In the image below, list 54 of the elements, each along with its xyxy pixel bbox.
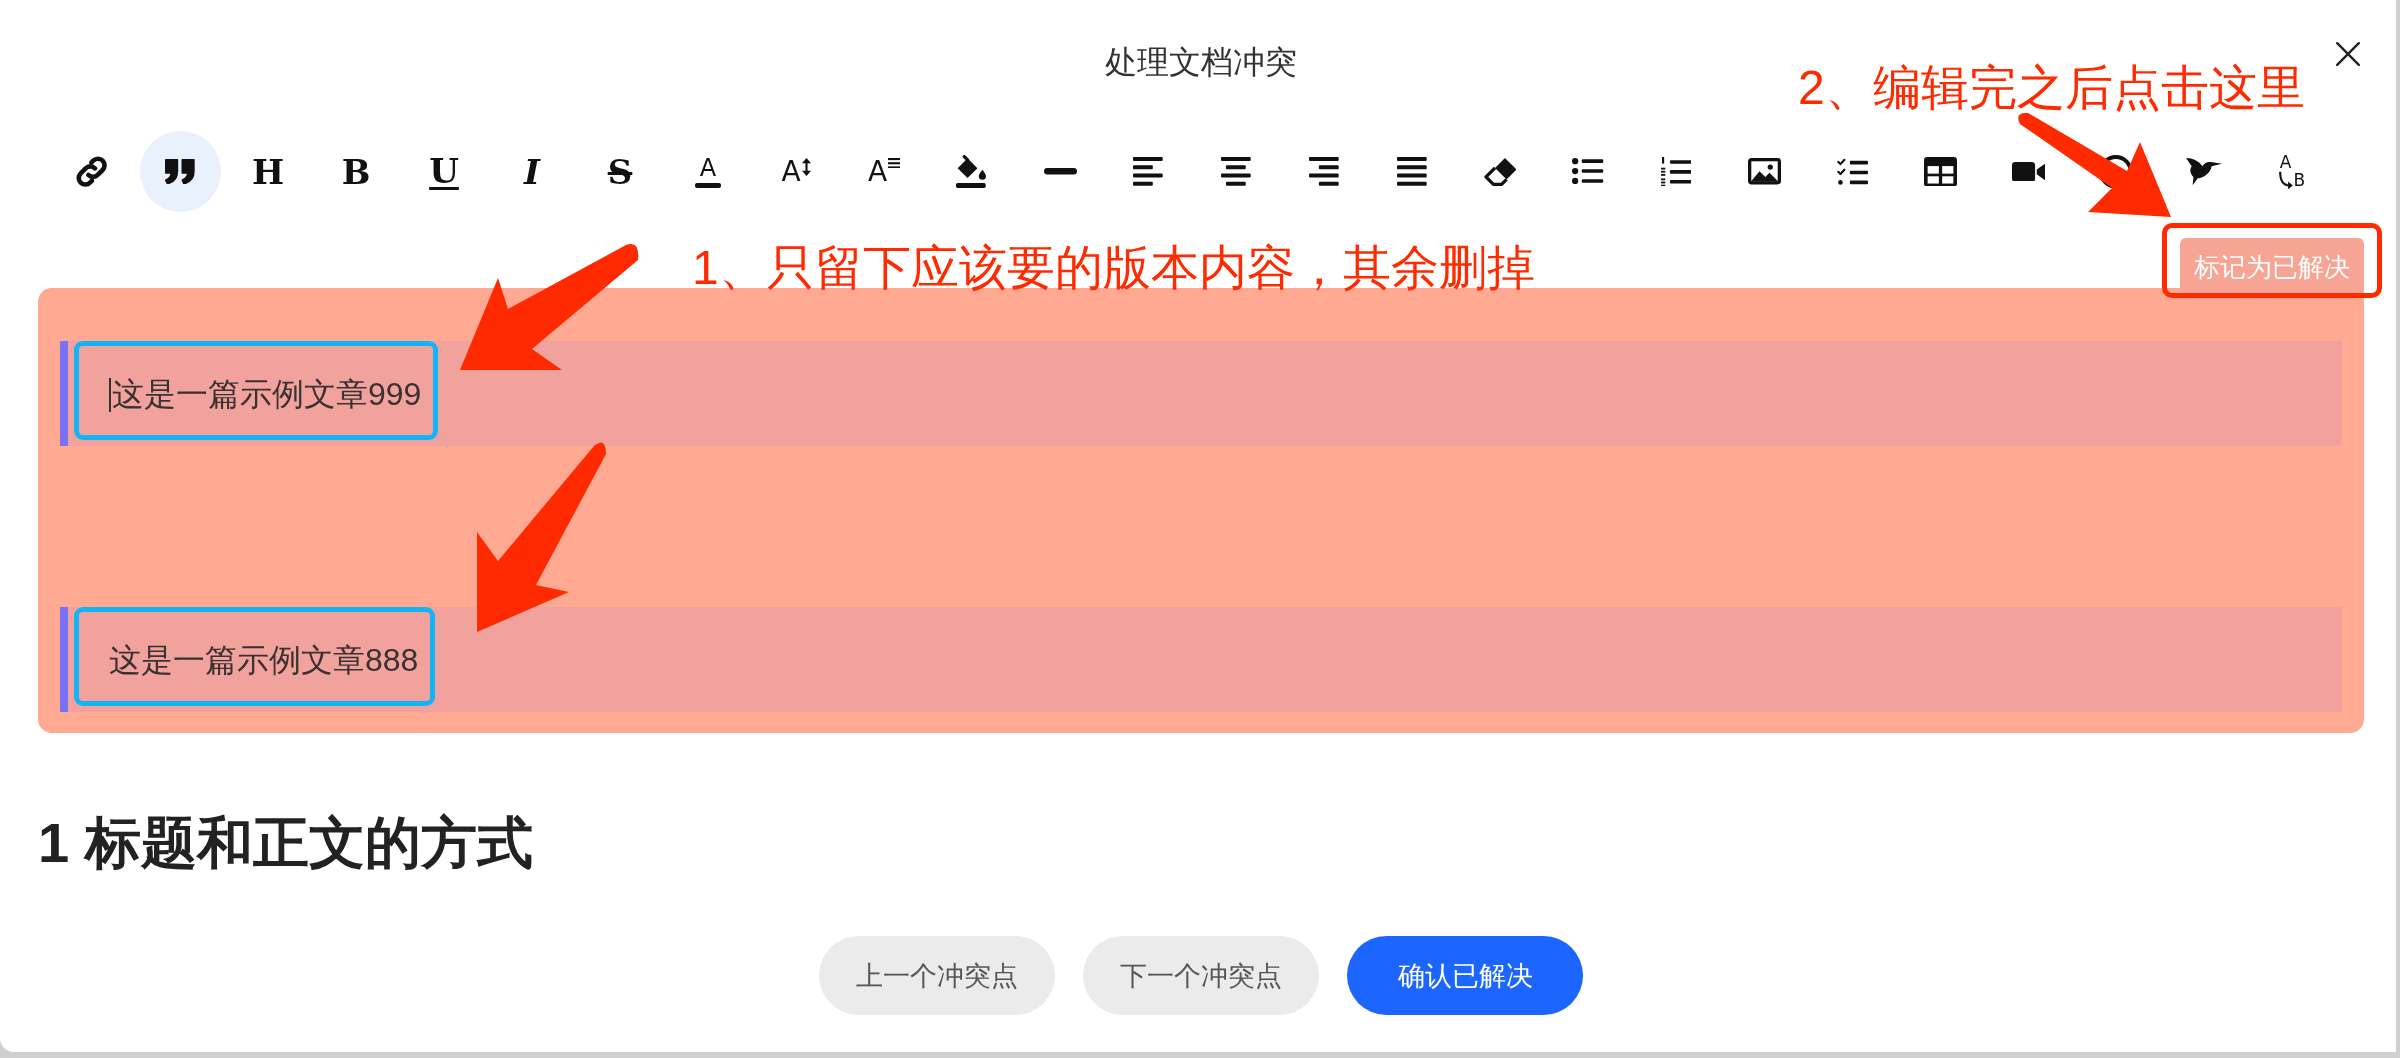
next-conflict-button[interactable]: 下一个冲突点	[1083, 936, 1319, 1015]
paint-bucket-button[interactable]	[956, 155, 988, 188]
align-right-icon	[1309, 157, 1339, 186]
link-button[interactable]	[76, 155, 108, 188]
underline-button[interactable]: U	[429, 150, 459, 193]
font-size-button[interactable]: A	[781, 157, 811, 186]
align-center-icon	[1221, 157, 1251, 186]
table-button[interactable]	[1923, 156, 1957, 187]
bullet-list-icon	[1572, 158, 1604, 185]
curved-arrow-icon	[2278, 170, 2293, 190]
bullet-list-button[interactable]	[1572, 158, 1604, 185]
align-justify-icon	[1397, 157, 1427, 186]
up-down-arrow-icon	[801, 157, 811, 176]
align-left-icon	[1133, 157, 1163, 186]
link-icon	[76, 155, 108, 188]
close-button[interactable]	[2336, 42, 2360, 66]
heading-button[interactable]: H	[251, 154, 285, 189]
confirm-resolved-button[interactable]: 确认已解决	[1347, 936, 1583, 1015]
text-color-button[interactable]: A	[695, 155, 721, 188]
previous-conflict-button[interactable]: 上一个冲突点	[819, 936, 1055, 1015]
image-icon	[1747, 158, 1781, 185]
eraser-button[interactable]	[1483, 157, 1517, 186]
version-text[interactable]: 这是一篇示例文章999	[112, 372, 422, 417]
paint-bucket-icon	[956, 155, 988, 188]
lines-icon	[888, 157, 901, 168]
eraser-icon	[1483, 157, 1517, 186]
task-list-icon	[1836, 158, 1868, 185]
bird-icon	[2185, 157, 2223, 186]
letter-convert-button[interactable]: A B	[2278, 153, 2306, 190]
horizontal-line-button[interactable]	[1043, 168, 1077, 175]
dialog-title: 处理文档冲突	[1105, 43, 1297, 82]
align-left-button[interactable]	[1133, 157, 1163, 186]
bird-button[interactable]	[2185, 157, 2223, 186]
video-camera-icon	[2011, 161, 2045, 182]
strikethrough-button[interactable]: S	[607, 154, 633, 189]
align-justify-button[interactable]	[1397, 157, 1427, 186]
document-heading: 1 标题和正文的方式	[38, 810, 533, 876]
numbered-list-icon	[1660, 156, 1692, 187]
align-right-button[interactable]	[1309, 157, 1339, 186]
bold-button[interactable]: B	[341, 154, 371, 189]
quote-icon	[165, 158, 195, 185]
image-button[interactable]	[1747, 158, 1781, 185]
annotation-text: 2、编辑完之后点击这里	[1798, 60, 2305, 116]
task-list-button[interactable]	[1836, 158, 1868, 185]
close-icon	[2336, 42, 2360, 66]
italic-button[interactable]: I	[524, 154, 540, 189]
line-spacing-button[interactable]: A	[867, 157, 901, 186]
align-center-button[interactable]	[1221, 157, 1251, 186]
video-camera-button[interactable]	[2011, 161, 2045, 182]
annotation-text: 1、只留下应该要的版本内容，其余删掉	[692, 240, 1535, 296]
version-text[interactable]: 这是一篇示例文章888	[109, 638, 419, 683]
table-icon	[1923, 156, 1957, 187]
color-bar-icon	[695, 182, 721, 188]
numbered-list-button[interactable]	[1660, 156, 1692, 187]
